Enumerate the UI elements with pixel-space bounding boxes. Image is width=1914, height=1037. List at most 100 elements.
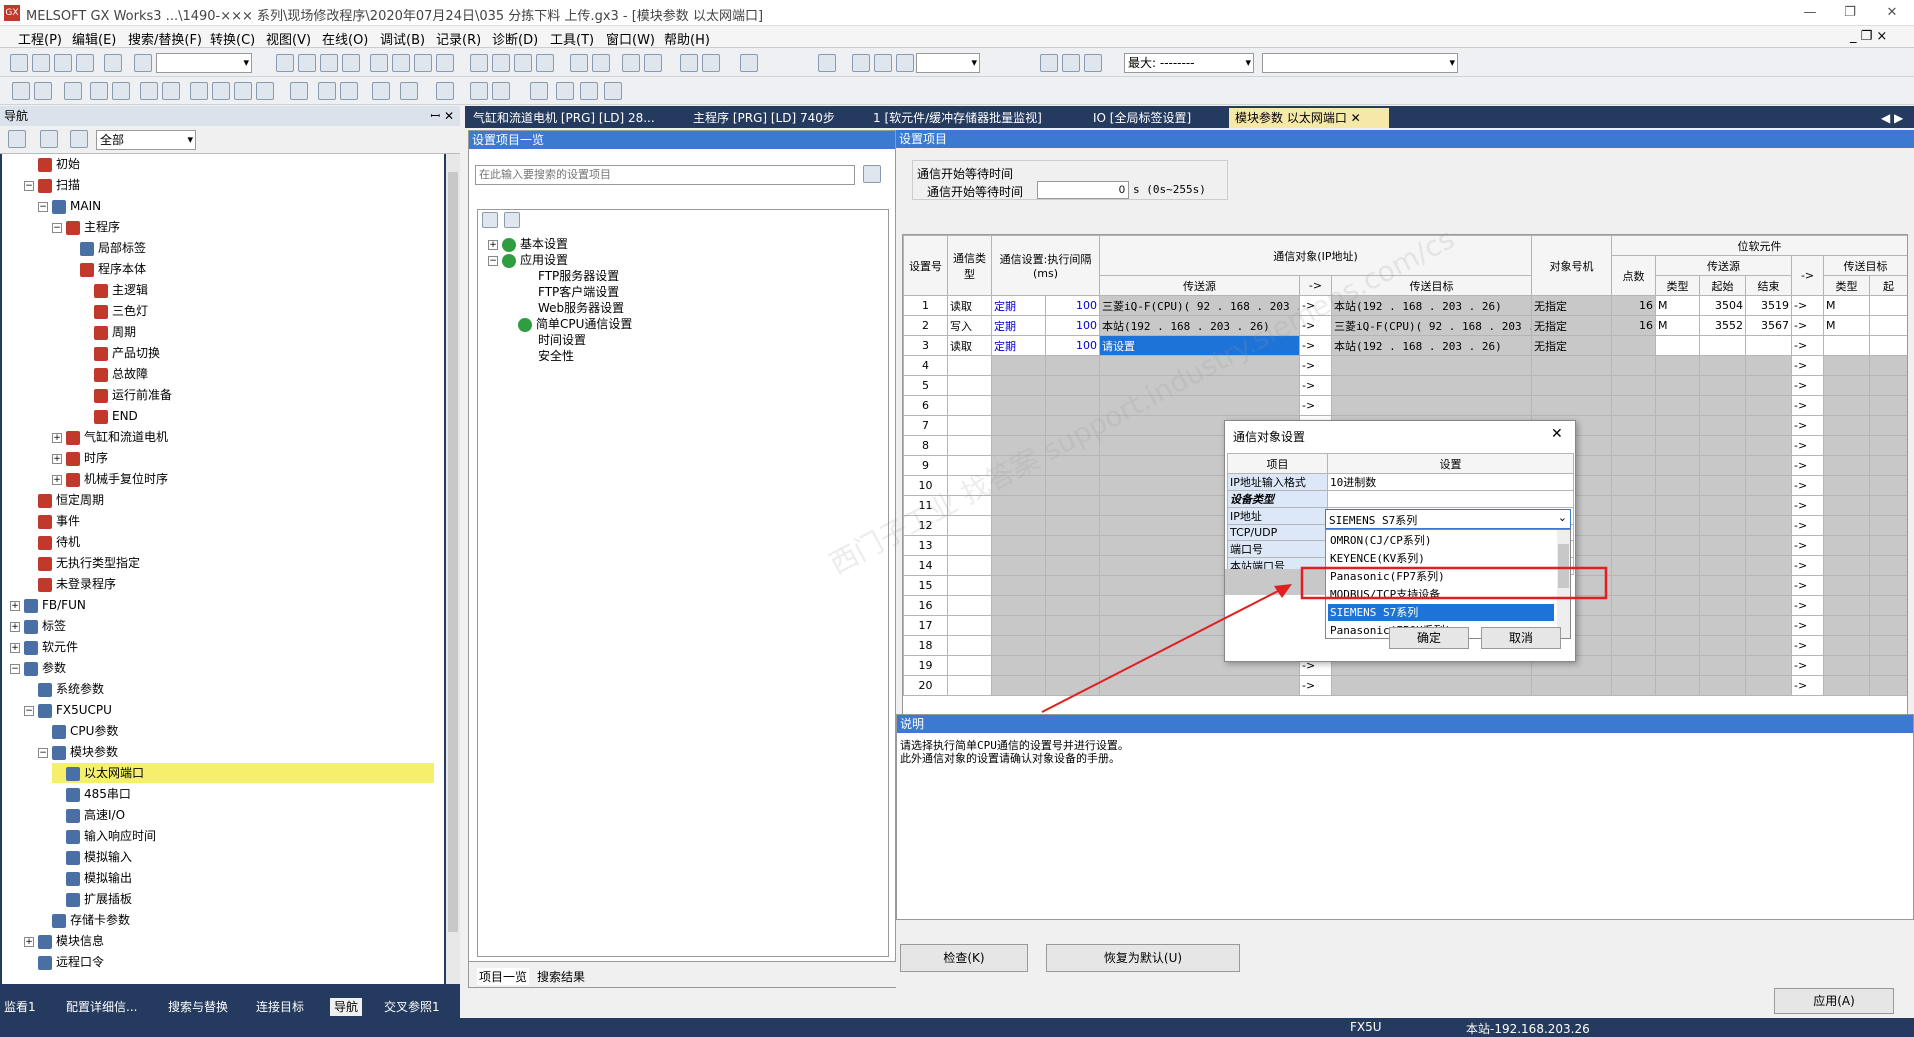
tree-item[interactable]: 主逻辑 — [80, 280, 148, 300]
grid-cell[interactable] — [991, 615, 1046, 636]
tree-item[interactable]: 产品切换 — [80, 343, 160, 363]
tree-item[interactable]: 初始 — [24, 154, 80, 174]
grid-cell[interactable] — [1699, 555, 1747, 576]
zoom-in-icon[interactable] — [852, 54, 870, 72]
dialog-item-value[interactable] — [1327, 490, 1574, 508]
tree-item[interactable]: + 时序 — [52, 448, 108, 468]
grid-cell[interactable] — [1045, 655, 1100, 676]
grid-cell[interactable] — [1655, 435, 1701, 456]
comm-type-cell[interactable] — [947, 415, 992, 436]
grid-cell[interactable] — [1823, 475, 1871, 496]
expand-icon[interactable]: + — [52, 453, 62, 464]
grid-cell[interactable] — [1823, 575, 1871, 596]
grid-cell[interactable] — [1869, 655, 1907, 676]
trace-icon[interactable] — [644, 54, 662, 72]
grid-cell[interactable] — [1699, 375, 1747, 396]
paste-icon[interactable] — [320, 54, 338, 72]
grid-cell[interactable] — [1869, 635, 1907, 656]
grid-cell[interactable] — [1745, 455, 1793, 476]
grid-cell[interactable] — [1655, 375, 1701, 396]
table-row[interactable]: 3 读取 定期 100 请设置 -> 本站(192 . 168 . 203 . 26) 无指定… — [903, 335, 1907, 356]
batch-icon[interactable] — [622, 54, 640, 72]
menu-record[interactable]: 记录(R) — [436, 29, 481, 48]
bit-type-cell[interactable]: M — [1655, 315, 1701, 336]
window-cascade-icon[interactable] — [112, 82, 130, 100]
grid-cell[interactable] — [991, 595, 1046, 616]
expand-icon[interactable]: + — [488, 239, 498, 250]
comm-type-cell[interactable] — [947, 555, 992, 576]
grid-cell[interactable] — [1745, 495, 1793, 516]
expand-all-icon[interactable] — [482, 212, 498, 228]
expand-icon[interactable]: + — [10, 642, 20, 653]
grid-cell[interactable] — [991, 515, 1046, 536]
table-row[interactable]: 4 -> -> — [903, 355, 1907, 376]
grid-cell[interactable] — [1745, 375, 1793, 396]
grid-cell[interactable] — [1611, 615, 1657, 636]
grid-cell[interactable] — [1611, 655, 1657, 676]
expand-icon[interactable]: + — [10, 600, 20, 611]
grid-cell[interactable] — [1099, 675, 1300, 696]
grid-cell[interactable] — [1655, 575, 1701, 596]
coil-icon[interactable] — [162, 82, 180, 100]
mode-cell[interactable]: 定期 — [991, 335, 1046, 356]
grid-cell[interactable] — [1745, 535, 1793, 556]
tree-item[interactable]: 程序本体 — [66, 259, 146, 279]
grid-cell[interactable] — [1869, 675, 1907, 696]
grid-cell[interactable] — [1611, 635, 1657, 656]
settings-search-input[interactable] — [475, 165, 855, 185]
dest-cell[interactable]: 三菱iQ-F(CPU)( 92 . 168 . 203 . — [1330, 315, 1533, 336]
grid-cell[interactable] — [1611, 515, 1657, 536]
grid-cell[interactable] — [1655, 475, 1701, 496]
find-device-icon[interactable] — [436, 82, 454, 100]
grid-cell[interactable] — [1655, 595, 1701, 616]
search-combo[interactable] — [156, 53, 252, 73]
grid-cell[interactable] — [1655, 635, 1701, 656]
grid-cell[interactable] — [1745, 475, 1793, 496]
comm-type-cell[interactable] — [947, 435, 992, 456]
grid-cell[interactable] — [1745, 395, 1793, 416]
bit-dst-type-cell[interactable]: M — [1823, 295, 1871, 316]
grid-cell[interactable] — [1045, 615, 1100, 636]
grid-cell[interactable] — [991, 355, 1046, 376]
grid-cell[interactable] — [1611, 455, 1657, 476]
comm-type-cell[interactable] — [947, 655, 992, 676]
grid-cell[interactable] — [1745, 435, 1793, 456]
grid-cell[interactable] — [991, 575, 1046, 596]
table-row[interactable]: 20 -> -> — [903, 675, 1907, 696]
zoom-fit-icon[interactable] — [896, 54, 914, 72]
tree-item[interactable]: − 主程序 — [52, 217, 120, 237]
zoom-combo[interactable] — [916, 53, 980, 73]
grid-cell[interactable] — [1823, 655, 1871, 676]
grid-cell[interactable] — [1699, 355, 1747, 376]
grid-cell[interactable] — [1869, 395, 1907, 416]
layout-icon[interactable] — [740, 54, 758, 72]
bit-type-cell[interactable]: M — [1655, 295, 1701, 316]
check-all-icon[interactable] — [1084, 54, 1102, 72]
tree-item[interactable]: 周期 — [80, 322, 136, 342]
row-number[interactable]: 14 — [903, 555, 948, 576]
device-type-select[interactable]: SIEMENS S7系列 ⌄ — [1325, 509, 1571, 529]
monitor-icon[interactable] — [392, 54, 410, 72]
collapse-icon[interactable]: − — [10, 663, 20, 674]
grid-cell[interactable] — [1655, 455, 1701, 476]
row-number[interactable]: 8 — [903, 435, 948, 456]
grid-cell[interactable] — [1745, 655, 1793, 676]
interval-cell[interactable]: 100 — [1045, 335, 1100, 356]
comm-type-cell[interactable] — [947, 355, 992, 376]
verify-icon[interactable] — [514, 54, 532, 72]
tree-item[interactable]: 运行前准备 — [80, 385, 172, 405]
listbox-scroll-thumb[interactable] — [1558, 544, 1569, 588]
grid-cell[interactable] — [1611, 355, 1657, 376]
collapse-icon[interactable]: − — [488, 255, 498, 266]
tree-item[interactable]: 扩展插板 — [52, 889, 132, 909]
tab-item-list[interactable]: 项目一览 — [477, 968, 530, 985]
comm-type-cell[interactable] — [947, 615, 992, 636]
stop-icon[interactable] — [1040, 54, 1058, 72]
project-icon[interactable] — [12, 82, 30, 100]
grid-cell[interactable] — [1823, 615, 1871, 636]
open-file-icon[interactable] — [32, 54, 50, 72]
station-cell[interactable]: 无指定 — [1531, 335, 1613, 356]
grid-cell[interactable] — [1611, 495, 1657, 516]
comm-type-cell[interactable]: 写入 — [947, 315, 992, 336]
grid-cell[interactable] — [1869, 435, 1907, 456]
